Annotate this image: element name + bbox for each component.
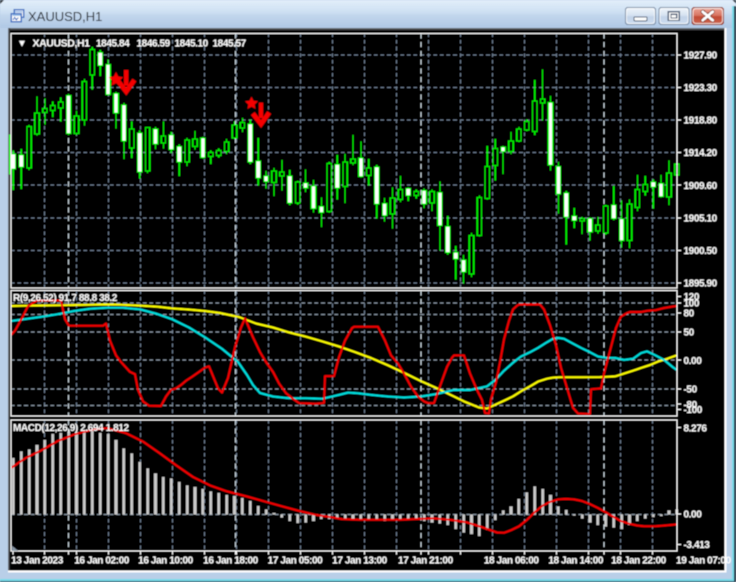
svg-text:1923.30: 1923.30	[684, 83, 718, 94]
svg-text:1846.59: 1846.59	[137, 39, 171, 50]
svg-text:1845.84: 1845.84	[96, 39, 130, 50]
svg-text:MACD(12,26,9) 2.694 1.812: MACD(12,26,9) 2.694 1.812	[13, 423, 129, 434]
svg-text:17 Jan 13:00: 17 Jan 13:00	[332, 555, 388, 566]
svg-text:XAUUSD,H1: XAUUSD,H1	[28, 9, 102, 24]
svg-text:1845.57: 1845.57	[213, 39, 247, 50]
svg-text:17 Jan 05:00: 17 Jan 05:00	[268, 555, 324, 566]
svg-text:17 Jan 21:00: 17 Jan 21:00	[398, 555, 454, 566]
svg-text:1914.20: 1914.20	[684, 148, 718, 159]
svg-text:-50: -50	[684, 384, 698, 395]
svg-text:XAUUSD,H1: XAUUSD,H1	[33, 38, 91, 50]
svg-text:18 Jan 06:00: 18 Jan 06:00	[484, 555, 540, 566]
svg-text:-3.413: -3.413	[684, 540, 711, 551]
svg-text:0.00: 0.00	[684, 509, 703, 520]
svg-text:▼: ▼	[17, 39, 27, 50]
svg-text:1900.50: 1900.50	[684, 246, 718, 257]
svg-text:16 Jan 18:00: 16 Jan 18:00	[203, 555, 259, 566]
svg-text:1905.10: 1905.10	[684, 213, 718, 224]
svg-text:1909.60: 1909.60	[684, 181, 718, 192]
svg-text:1918.80: 1918.80	[684, 116, 718, 127]
svg-text:80: 80	[684, 309, 695, 320]
svg-text:50: 50	[684, 328, 695, 339]
svg-text:19 Jan 07:00: 19 Jan 07:00	[676, 555, 732, 566]
svg-text:1895.90: 1895.90	[684, 279, 718, 290]
svg-text:1845.10: 1845.10	[175, 39, 209, 50]
svg-text:-100: -100	[684, 405, 703, 416]
svg-text:R(9,26,52) 91.7 88.8 38.2: R(9,26,52) 91.7 88.8 38.2	[13, 293, 118, 304]
svg-text:0.00: 0.00	[684, 356, 703, 367]
svg-text:18 Jan 22:00: 18 Jan 22:00	[611, 555, 667, 566]
svg-text:1927.90: 1927.90	[684, 51, 718, 62]
svg-text:8.276: 8.276	[684, 423, 708, 434]
svg-text:16 Jan 10:00: 16 Jan 10:00	[138, 555, 194, 566]
svg-text:13 Jan 2023: 13 Jan 2023	[11, 555, 64, 566]
svg-text:18 Jan 14:00: 18 Jan 14:00	[548, 555, 604, 566]
svg-text:16 Jan 02:00: 16 Jan 02:00	[74, 555, 130, 566]
